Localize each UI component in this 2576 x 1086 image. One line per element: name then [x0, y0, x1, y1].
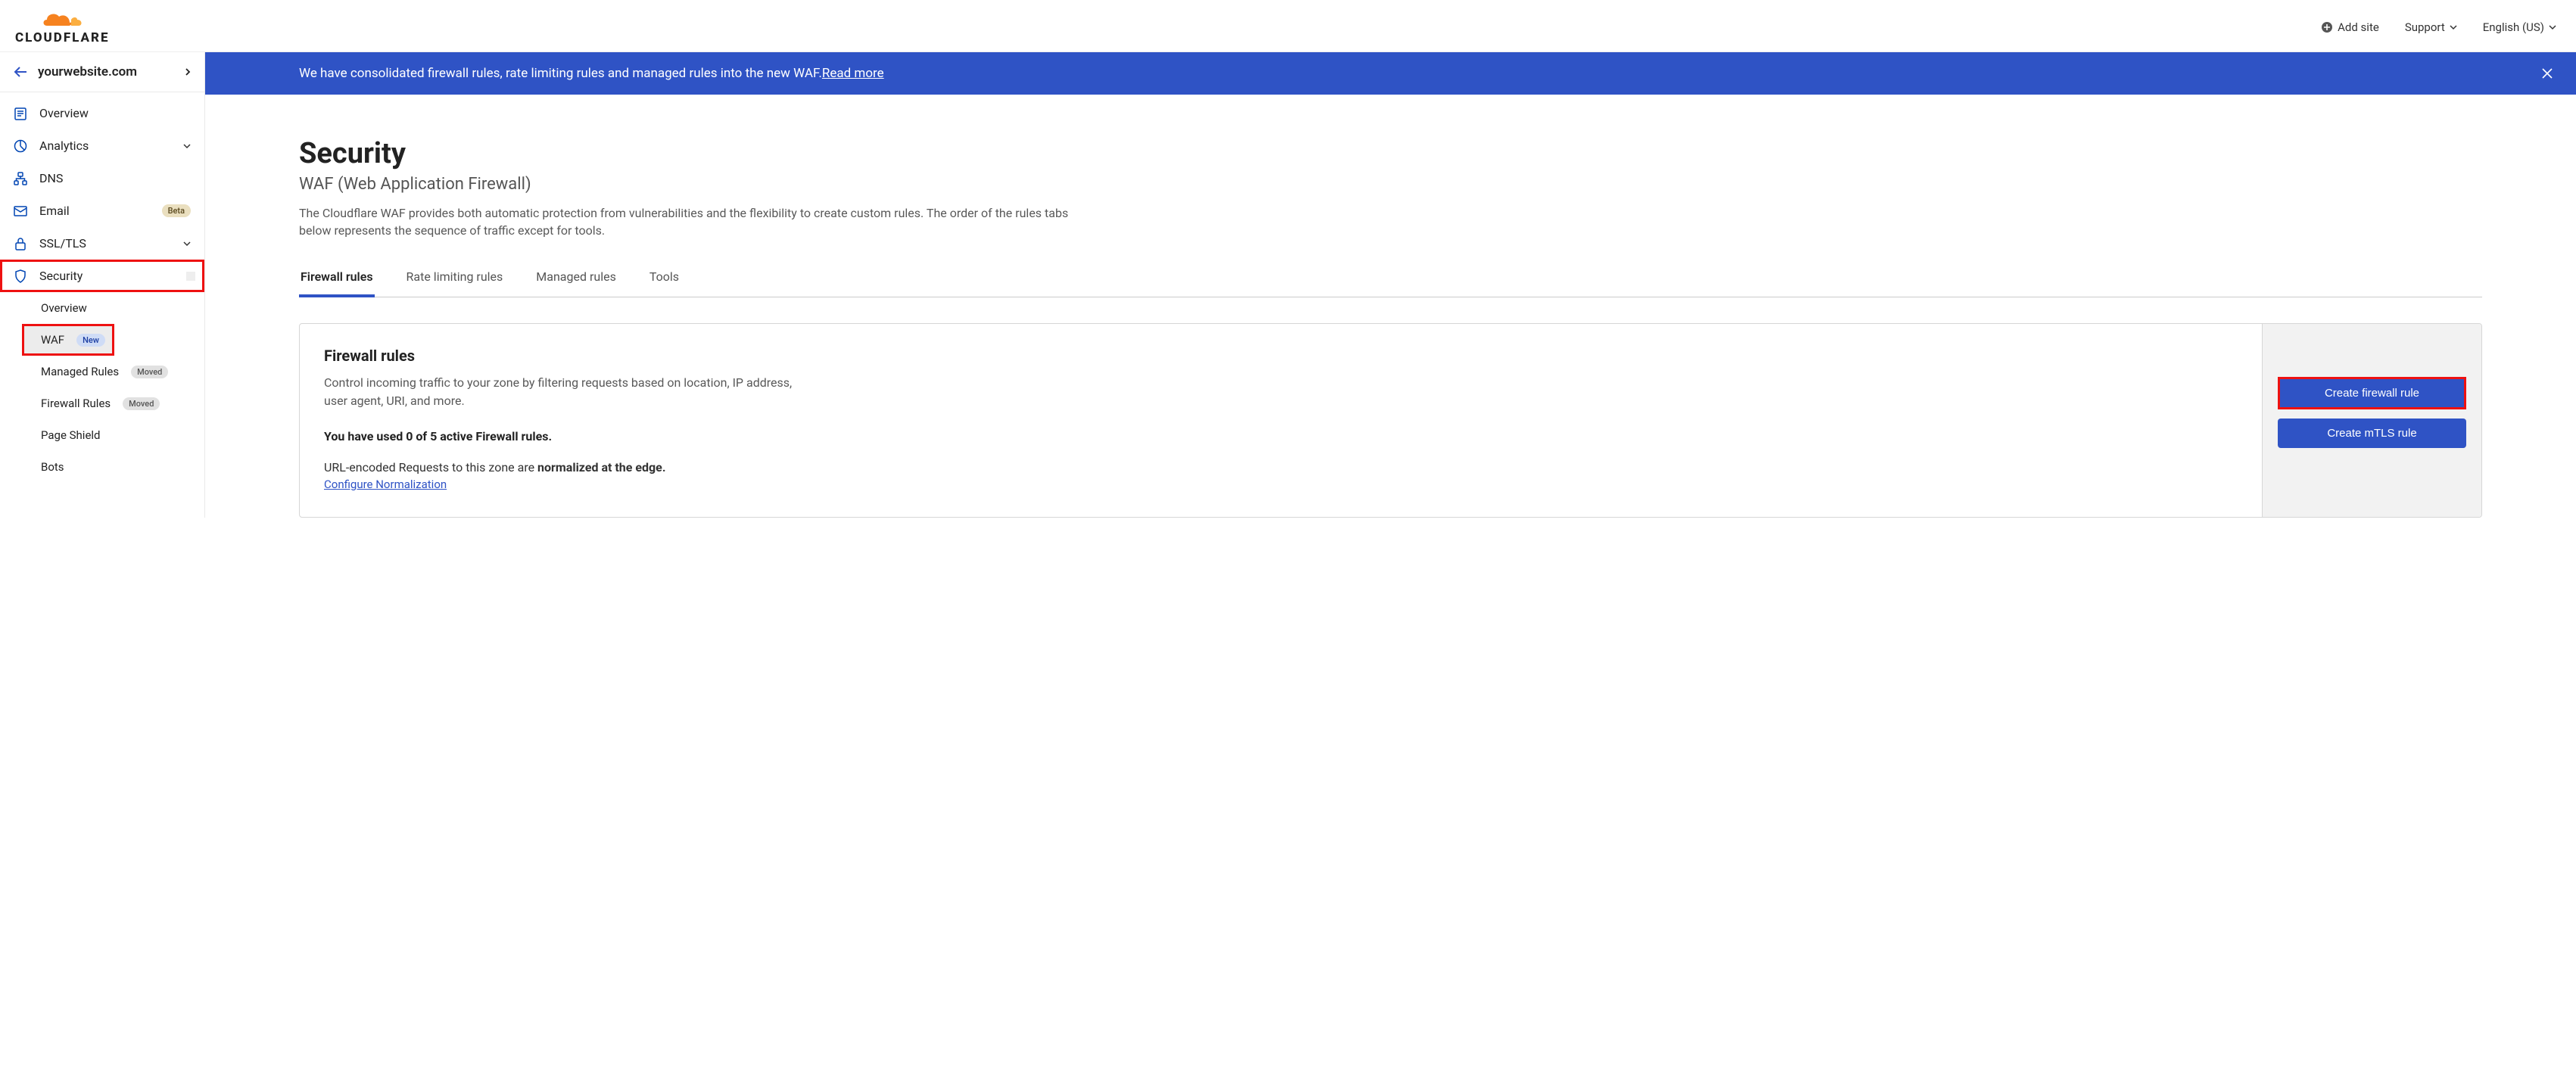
tab-managed-rules[interactable]: Managed rules: [534, 259, 618, 297]
chevron-down-icon: [183, 142, 191, 150]
banner-read-more-link[interactable]: Read more: [822, 66, 884, 81]
sidebar-item-email[interactable]: Email Beta: [0, 194, 204, 227]
sidebar-item-label: WAF: [41, 333, 64, 347]
sidebar-item-ssl[interactable]: SSL/TLS: [0, 227, 204, 260]
rule-usage-text: You have used 0 of 5 active Firewall rul…: [324, 429, 2238, 443]
sidebar-nav: Overview Analytics DNS Email: [0, 92, 204, 483]
new-badge: New: [76, 334, 105, 347]
cloudflare-logo-icon: [41, 9, 83, 27]
add-site-button[interactable]: Add site: [2321, 20, 2379, 34]
lock-icon: [14, 237, 27, 250]
tab-tools[interactable]: Tools: [648, 259, 681, 297]
plus-circle-icon: [2321, 21, 2333, 33]
sidebar-item-analytics[interactable]: Analytics: [0, 129, 204, 162]
card-description: Control incoming traffic to your zone by…: [324, 374, 808, 409]
sidebar-item-label: Overview: [41, 301, 191, 315]
create-mtls-rule-button[interactable]: Create mTLS rule: [2278, 419, 2466, 448]
main-content: We have consolidated firewall rules, rat…: [205, 52, 2576, 518]
language-label: English (US): [2483, 20, 2544, 34]
sidebar-item-firewall-rules[interactable]: Firewall Rules Moved: [0, 387, 204, 419]
chevron-right-icon: [185, 68, 191, 76]
sidebar-item-label: Analytics: [39, 138, 171, 153]
chevron-up-icon: [186, 272, 195, 281]
page-title: Security: [299, 137, 2482, 170]
normalization-bold: normalized at the edge.: [537, 460, 665, 475]
tab-firewall-rules[interactable]: Firewall rules: [299, 259, 375, 297]
back-arrow-icon: [14, 67, 27, 77]
configure-normalization-link[interactable]: Configure Normalization: [324, 478, 447, 491]
shield-icon: [14, 269, 27, 283]
site-selector[interactable]: yourwebsite.com: [0, 52, 204, 92]
topbar: CLOUDFLARE Add site Support English (US): [0, 0, 2576, 52]
create-firewall-rule-button[interactable]: Create firewall rule: [2279, 378, 2465, 408]
beta-badge: Beta: [162, 204, 191, 217]
close-icon: [2541, 67, 2553, 79]
firewall-rules-card: Firewall rules Control incoming traffic …: [299, 323, 2482, 517]
email-icon: [14, 204, 27, 218]
logo[interactable]: CLOUDFLARE: [15, 9, 110, 45]
logo-text: CLOUDFLARE: [15, 30, 110, 45]
page-description: The Cloudflare WAF provides both automat…: [299, 204, 1071, 239]
sidebar-item-label: Security: [39, 269, 179, 283]
sidebar-item-label: Bots: [41, 460, 191, 474]
moved-badge: Moved: [123, 397, 160, 410]
sidebar: yourwebsite.com Overview Analytics: [0, 52, 205, 518]
sidebar-item-label: Email: [39, 204, 150, 218]
banner-close-button[interactable]: [2541, 67, 2553, 79]
sidebar-item-waf[interactable]: WAF New: [22, 324, 114, 356]
sidebar-item-bots[interactable]: Bots: [0, 451, 204, 483]
chevron-down-icon: [183, 240, 191, 247]
card-title: Firewall rules: [324, 347, 2238, 365]
add-site-label: Add site: [2338, 20, 2379, 34]
moved-badge: Moved: [131, 366, 168, 378]
sidebar-item-security-overview[interactable]: Overview: [0, 292, 204, 324]
sidebar-item-label: Managed Rules: [41, 365, 119, 378]
tab-rate-limiting[interactable]: Rate limiting rules: [405, 259, 505, 297]
sidebar-item-label: SSL/TLS: [39, 236, 171, 250]
chevron-down-icon: [2549, 23, 2556, 31]
chevron-down-icon: [2450, 23, 2457, 31]
support-label: Support: [2405, 20, 2445, 34]
support-menu[interactable]: Support: [2405, 20, 2457, 34]
normalization-status: URL-encoded Requests to this zone are no…: [324, 460, 2238, 475]
page-subtitle: WAF (Web Application Firewall): [299, 175, 2482, 194]
create-firewall-rule-wrap: Create firewall rule: [2278, 377, 2466, 409]
clipboard-icon: [14, 107, 27, 120]
sidebar-item-dns[interactable]: DNS: [0, 162, 204, 194]
sidebar-item-label: DNS: [39, 171, 191, 185]
sidebar-item-security[interactable]: Security: [0, 260, 204, 292]
language-menu[interactable]: English (US): [2483, 20, 2556, 34]
normalization-prefix: URL-encoded Requests to this zone are: [324, 460, 537, 475]
banner-text: We have consolidated firewall rules, rat…: [299, 66, 822, 81]
sidebar-item-label: Page Shield: [41, 428, 191, 442]
sidebar-item-label: Overview: [39, 106, 191, 120]
sidebar-item-label: Firewall Rules: [41, 397, 111, 410]
sidebar-item-page-shield[interactable]: Page Shield: [0, 419, 204, 451]
sidebar-item-managed-rules[interactable]: Managed Rules Moved: [0, 356, 204, 387]
sidebar-item-overview[interactable]: Overview: [0, 97, 204, 129]
site-name: yourwebsite.com: [38, 64, 137, 79]
info-banner: We have consolidated firewall rules, rat…: [205, 52, 2576, 95]
security-subnav: Overview WAF New Managed Rules Moved Fir…: [0, 292, 204, 483]
analytics-icon: [14, 139, 27, 153]
tabs: Firewall rules Rate limiting rules Manag…: [299, 259, 2482, 297]
dns-icon: [14, 172, 27, 185]
